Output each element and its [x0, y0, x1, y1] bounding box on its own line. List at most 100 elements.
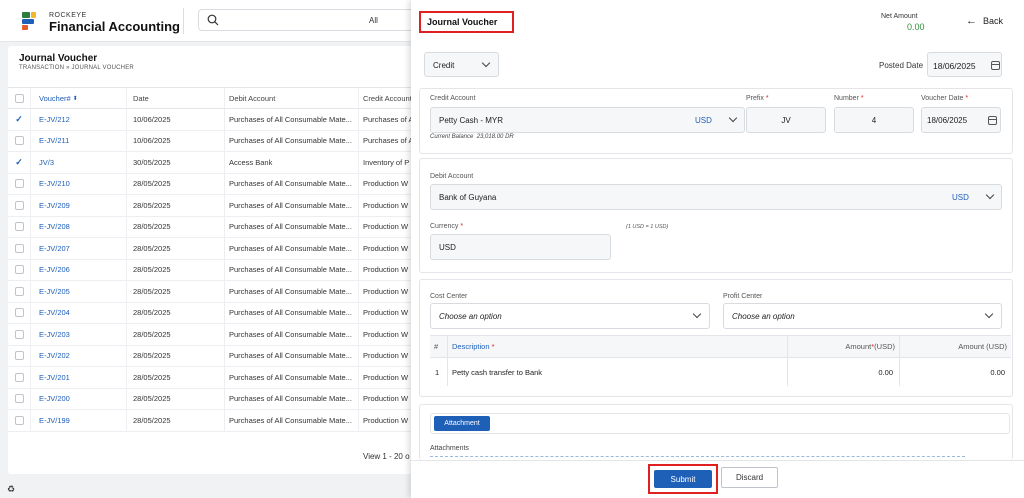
debit-account: Purchases of All Consumable Mate... [224, 195, 358, 216]
table-row[interactable]: ✓ E-JV/212 10/06/2025 Purchases of All Cons… [8, 109, 413, 131]
row-checkbox[interactable] [8, 303, 30, 324]
table-row[interactable]: E-JV/206 28/05/2025 Purchases of All Consu… [8, 259, 413, 281]
profit-center-placeholder: Choose an option [732, 312, 795, 321]
prefix-input[interactable]: JV [746, 107, 826, 133]
search-input[interactable] [198, 9, 368, 31]
voucher-number[interactable]: E-JV/205 [30, 281, 126, 302]
attachment-button[interactable]: Attachment [434, 416, 490, 431]
table-row[interactable]: E-JV/207 28/05/2025 Purchases of All Consu… [8, 238, 413, 260]
profit-center-select[interactable]: Choose an option [723, 303, 1002, 329]
voucher-number[interactable]: E-JV/212 [30, 109, 126, 130]
row-checkbox[interactable] [8, 281, 30, 302]
table-row[interactable]: E-JV/201 28/05/2025 Purchases of All Consu… [8, 367, 413, 389]
table-row[interactable]: E-JV/205 28/05/2025 Purchases of All Consu… [8, 281, 413, 303]
voucher-number[interactable]: E-JV/207 [30, 238, 126, 259]
voucher-list-panel: Journal Voucher TRANSACTION » JOURNAL VO… [8, 46, 413, 474]
voucher-date: 28/05/2025 [126, 324, 224, 345]
column-header-date[interactable]: Date [126, 88, 224, 108]
row-checkbox[interactable]: ✓ [8, 109, 30, 130]
row-checkbox[interactable] [8, 217, 30, 238]
number-value: 4 [871, 116, 877, 125]
recycle-icon[interactable]: ♻ [7, 484, 15, 495]
table-row[interactable]: E-JV/199 28/05/2025 Purchases of All Consu… [8, 410, 413, 432]
currency-input[interactable]: USD [430, 234, 611, 260]
voucher-date: 28/05/2025 [126, 302, 224, 323]
voucher-number[interactable]: E-JV/202 [30, 345, 126, 366]
row-checkbox[interactable] [8, 367, 30, 388]
line-amount[interactable]: 0.00 [787, 358, 899, 386]
submit-button[interactable]: Submit [654, 470, 712, 488]
line-description[interactable]: Petty cash transfer to Bank [447, 358, 787, 386]
search-filter-select[interactable]: All [362, 9, 412, 31]
row-checkbox[interactable]: ✓ [8, 152, 30, 173]
row-checkbox[interactable] [8, 324, 30, 345]
sort-icon: ⬍ [72, 95, 78, 102]
voucher-number[interactable]: E-JV/201 [30, 367, 126, 388]
debit-account: Purchases of All Consumable Mate... [224, 238, 358, 259]
line-number: 1 [435, 367, 440, 377]
amount-header: Amount * (USD) [787, 336, 899, 357]
table-row[interactable]: E-JV/210 28/05/2025 Purchases of All Consu… [8, 173, 413, 195]
voucher-number[interactable]: E-JV/200 [30, 388, 126, 409]
row-checkbox[interactable] [8, 410, 30, 431]
debit-account: Purchases of All Consumable Mate... [224, 324, 358, 345]
currency-label: Currency * [430, 223, 464, 230]
column-header-voucher[interactable]: Voucher# ⬍ [30, 88, 126, 108]
column-header-credit-account[interactable]: Credit Account [358, 88, 413, 108]
column-header-debit-account[interactable]: Debit Account [224, 88, 358, 108]
table-row[interactable]: E-JV/208 28/05/2025 Purchases of All Consu… [8, 216, 413, 238]
table-row[interactable]: E-JV/200 28/05/2025 Purchases of All Consu… [8, 388, 413, 410]
select-all-checkbox[interactable] [8, 88, 30, 108]
debit-account: Purchases of All Consumable Mate... [224, 259, 358, 280]
voucher-number[interactable]: JV/3 [30, 152, 126, 173]
voucher-date-input[interactable]: 18/06/2025 [921, 107, 1001, 133]
app-title: Financial Accounting [49, 19, 180, 34]
row-checkbox[interactable] [8, 260, 30, 281]
table-row[interactable]: E-JV/204 28/05/2025 Purchases of All Consu… [8, 302, 413, 324]
voucher-number[interactable]: E-JV/199 [30, 410, 126, 431]
credit-account: Production W [358, 345, 413, 366]
voucher-date-label: Voucher Date * [921, 95, 969, 102]
table-row[interactable]: ✓ JV/3 30/05/2025 Access Bank Inventory of P [8, 152, 413, 174]
voucher-type-select[interactable]: Credit [424, 52, 499, 77]
voucher-date: 28/05/2025 [126, 367, 224, 388]
net-amount-value: 0.00 [907, 22, 925, 32]
number-input[interactable]: 4 [834, 107, 914, 133]
debit-account-select[interactable]: Bank of Guyana USD [430, 184, 1002, 210]
debit-account: Purchases of All Consumable Mate... [224, 130, 358, 151]
discard-button[interactable]: Discard [721, 467, 778, 488]
table-row[interactable]: E-JV/202 28/05/2025 Purchases of All Consu… [8, 345, 413, 367]
row-checkbox[interactable] [8, 389, 30, 410]
posted-date-input[interactable]: 18/06/2025 [927, 52, 1002, 77]
calendar-icon[interactable] [991, 61, 1000, 70]
table-row[interactable]: E-JV/209 28/05/2025 Purchases of All Consu… [8, 195, 413, 217]
row-checkbox[interactable] [8, 346, 30, 367]
submit-highlight: Submit [648, 464, 718, 494]
row-checkbox[interactable] [8, 174, 30, 195]
voucher-number[interactable]: E-JV/211 [30, 130, 126, 151]
table-row[interactable]: E-JV/211 10/06/2025 Purchases of All Consu… [8, 130, 413, 152]
voucher-date: 28/05/2025 [126, 388, 224, 409]
back-label: Back [983, 16, 1004, 26]
voucher-number[interactable]: E-JV/204 [30, 302, 126, 323]
voucher-number[interactable]: E-JV/208 [30, 216, 126, 237]
calendar-icon[interactable] [988, 116, 997, 125]
drawer-title: Journal Voucher [419, 11, 514, 33]
credit-account: Production W [358, 195, 413, 216]
divider [183, 8, 184, 34]
back-button[interactable]: ← Back [966, 15, 1003, 27]
row-checkbox[interactable] [8, 131, 30, 152]
row-checkbox[interactable] [8, 195, 30, 216]
credit-account: Production W [358, 324, 413, 345]
debit-account: Purchases of All Consumable Mate... [224, 173, 358, 194]
voucher-number[interactable]: E-JV/206 [30, 259, 126, 280]
voucher-number[interactable]: E-JV/209 [30, 195, 126, 216]
cost-center-select[interactable]: Choose an option [430, 303, 710, 329]
voucher-number[interactable]: E-JV/210 [30, 173, 126, 194]
attachments-dropzone[interactable] [430, 456, 965, 457]
row-checkbox[interactable] [8, 238, 30, 259]
table-row[interactable]: E-JV/203 28/05/2025 Purchases of All Consu… [8, 324, 413, 346]
voucher-date: 10/06/2025 [126, 109, 224, 130]
voucher-number[interactable]: E-JV/203 [30, 324, 126, 345]
credit-account-select[interactable]: Petty Cash - MYR USD [430, 107, 745, 133]
